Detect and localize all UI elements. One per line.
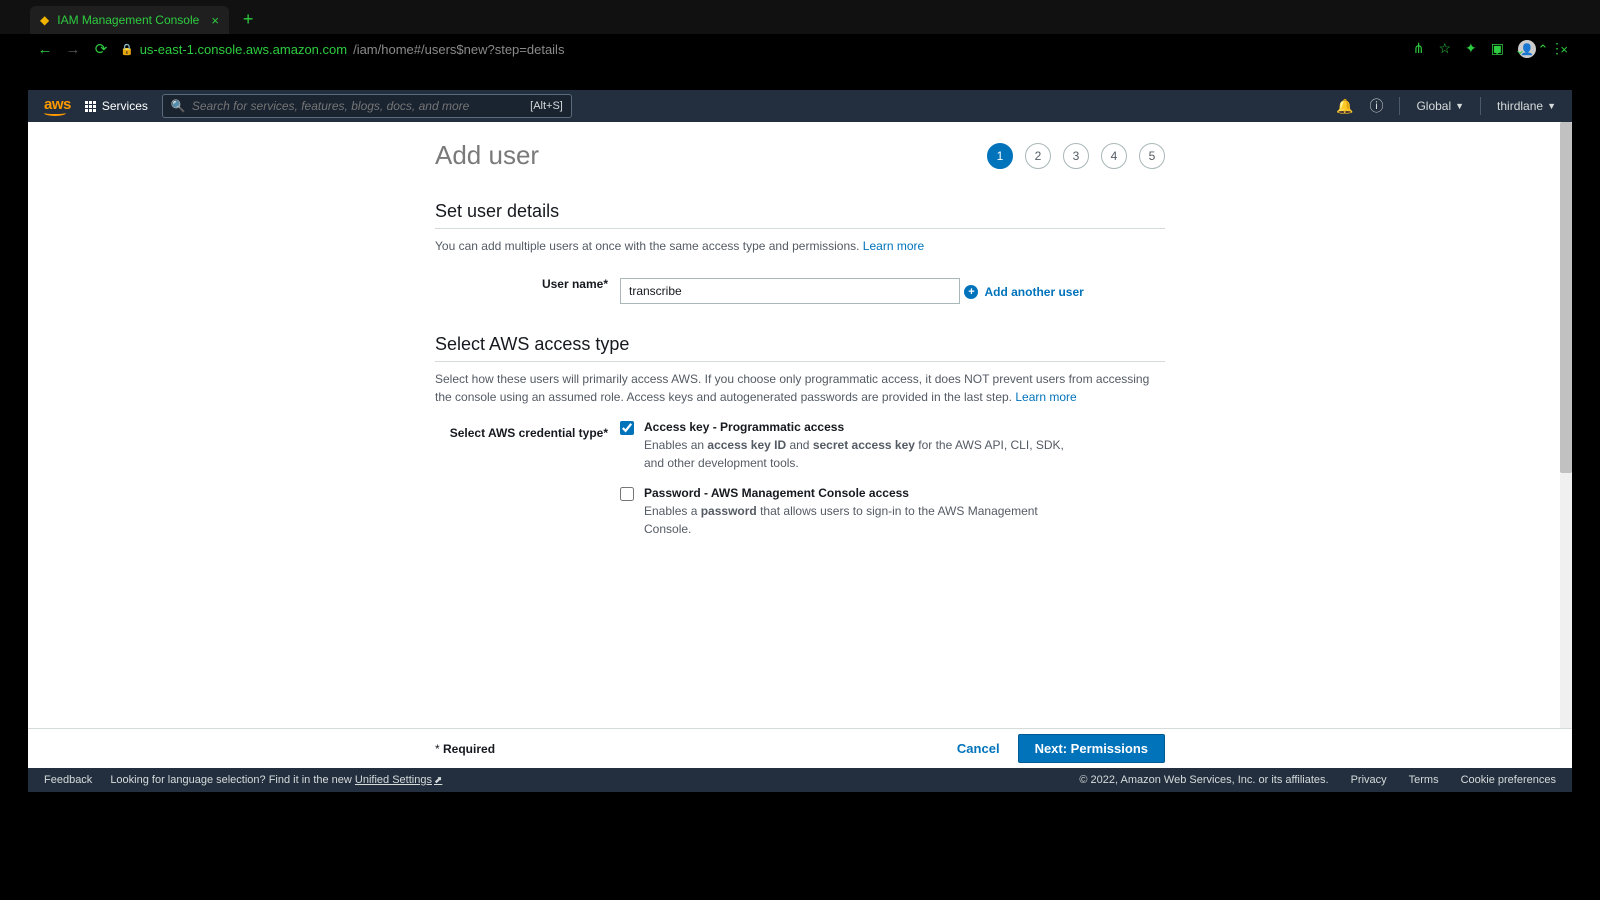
access-key-desc: Enables an access key ID and secret acce… bbox=[644, 436, 1064, 472]
scrollbar[interactable] bbox=[1560, 122, 1572, 728]
wizard-step-2[interactable]: 2 bbox=[1025, 143, 1051, 169]
services-menu-button[interactable]: Services bbox=[85, 99, 148, 113]
password-title: Password - AWS Management Console access bbox=[644, 486, 1064, 500]
password-checkbox[interactable] bbox=[620, 487, 634, 501]
username-label: User name* bbox=[435, 271, 620, 304]
caret-down-icon: ▼ bbox=[1455, 101, 1464, 111]
unified-settings-link[interactable]: Unified Settings⬈ bbox=[355, 774, 442, 786]
plus-circle-icon: + bbox=[964, 285, 978, 299]
notifications-icon[interactable]: 🔔 bbox=[1336, 98, 1353, 115]
terms-link[interactable]: Terms bbox=[1409, 774, 1439, 786]
next-permissions-button[interactable]: Next: Permissions bbox=[1018, 734, 1165, 763]
wizard-footer: * Required Cancel Next: Permissions bbox=[28, 728, 1572, 768]
grid-icon bbox=[85, 101, 96, 112]
url-path: /iam/home#/users$new?step=details bbox=[353, 42, 564, 57]
wizard-step-1[interactable]: 1 bbox=[987, 143, 1013, 169]
required-note: * Required bbox=[435, 742, 495, 756]
lock-icon: 🔒 bbox=[120, 43, 134, 56]
address-url[interactable]: 🔒 us-east-1.console.aws.amazon.com/iam/h… bbox=[120, 42, 564, 57]
aws-logo[interactable]: aws bbox=[44, 96, 71, 116]
minimize-icon[interactable]: ⌄ bbox=[1515, 42, 1526, 58]
wizard-steps: 1 2 3 4 5 bbox=[987, 143, 1165, 169]
section-desc-access-type: Select how these users will primarily ac… bbox=[435, 370, 1165, 406]
cookie-preferences-link[interactable]: Cookie preferences bbox=[1461, 774, 1556, 786]
chevron-down-icon[interactable]: ⌄ bbox=[1492, 42, 1503, 58]
search-input[interactable] bbox=[192, 99, 530, 113]
learn-more-link[interactable]: Learn more bbox=[1015, 390, 1076, 404]
nav-divider bbox=[1480, 97, 1481, 115]
url-host: us-east-1.console.aws.amazon.com bbox=[140, 42, 347, 57]
access-key-checkbox[interactable] bbox=[620, 421, 634, 435]
tab-favicon-icon: ◆ bbox=[40, 13, 49, 27]
page-title: Add user bbox=[435, 140, 539, 171]
aws-search[interactable]: 🔍 [Alt+S] bbox=[162, 94, 572, 118]
caret-down-icon: ▼ bbox=[1547, 101, 1556, 111]
close-window-icon[interactable]: × bbox=[1560, 42, 1568, 58]
tab-title: IAM Management Console bbox=[57, 13, 199, 27]
maximize-icon[interactable]: ⌃ bbox=[1538, 42, 1549, 58]
wizard-step-3[interactable]: 3 bbox=[1063, 143, 1089, 169]
section-desc-user-details: You can add multiple users at once with … bbox=[435, 237, 1165, 255]
privacy-link[interactable]: Privacy bbox=[1351, 774, 1387, 786]
services-label: Services bbox=[102, 99, 148, 113]
back-button[interactable]: ← bbox=[36, 41, 54, 58]
account-menu[interactable]: thirdlane▼ bbox=[1497, 99, 1556, 113]
lang-note: Looking for language selection? Find it … bbox=[110, 774, 442, 786]
wizard-step-4[interactable]: 4 bbox=[1101, 143, 1127, 169]
add-another-user-button[interactable]: + Add another user bbox=[964, 285, 1083, 299]
aws-footer: Feedback Looking for language selection?… bbox=[28, 768, 1572, 792]
nav-divider bbox=[1399, 97, 1400, 115]
credential-type-label: Select AWS credential type* bbox=[435, 420, 620, 472]
region-selector[interactable]: Global▼ bbox=[1416, 99, 1464, 113]
browser-tab[interactable]: ◆ IAM Management Console × bbox=[30, 6, 229, 34]
bookmark-icon[interactable]: ☆ bbox=[1438, 40, 1451, 58]
section-title-user-details: Set user details bbox=[435, 201, 1165, 229]
forward-button[interactable]: → bbox=[64, 41, 82, 58]
section-title-access-type: Select AWS access type bbox=[435, 334, 1165, 362]
cancel-button[interactable]: Cancel bbox=[957, 741, 1000, 756]
search-icon: 🔍 bbox=[171, 99, 186, 113]
wizard-step-5[interactable]: 5 bbox=[1139, 143, 1165, 169]
search-shortcut: [Alt+S] bbox=[530, 100, 563, 112]
aws-top-nav: aws Services 🔍 [Alt+S] 🔔 ⓘ Global▼ third… bbox=[28, 90, 1572, 122]
new-tab-button[interactable]: + bbox=[243, 9, 254, 30]
share-icon[interactable]: ⋔ bbox=[1413, 40, 1425, 58]
help-icon[interactable]: ⓘ bbox=[1369, 96, 1383, 116]
copyright: © 2022, Amazon Web Services, Inc. or its… bbox=[1079, 774, 1328, 786]
extensions-icon[interactable]: ✦ bbox=[1465, 40, 1477, 58]
password-desc: Enables a password that allows users to … bbox=[644, 502, 1064, 538]
reload-button[interactable]: ⟳ bbox=[92, 40, 110, 58]
close-tab-icon[interactable]: × bbox=[211, 13, 219, 28]
username-input[interactable] bbox=[620, 278, 960, 304]
feedback-link[interactable]: Feedback bbox=[44, 774, 92, 786]
learn-more-link[interactable]: Learn more bbox=[863, 239, 924, 253]
external-link-icon: ⬈ bbox=[434, 775, 442, 786]
access-key-title: Access key - Programmatic access bbox=[644, 420, 1064, 434]
